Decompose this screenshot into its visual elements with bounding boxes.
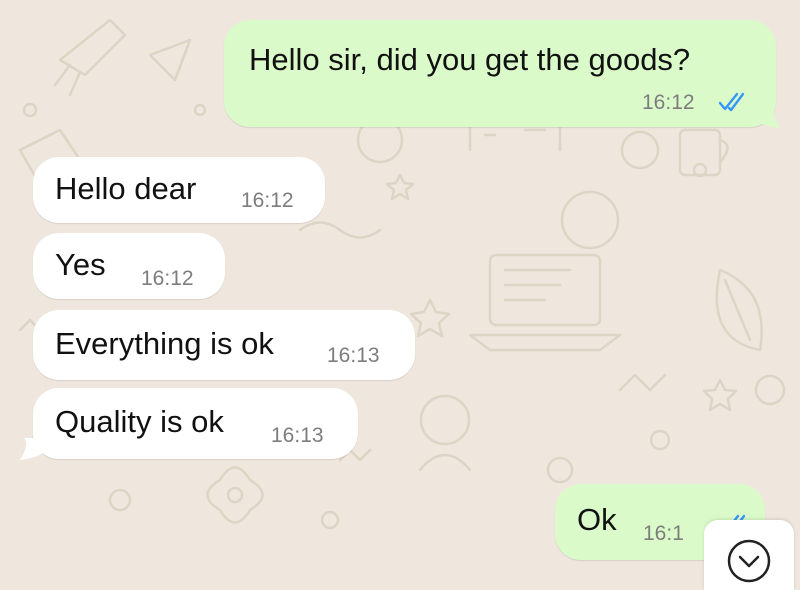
message-text: Hello sir, did you get the goods? bbox=[249, 42, 691, 77]
double-check-icon bbox=[718, 92, 745, 112]
message-time: 16:13 bbox=[271, 424, 324, 447]
message-bubble[interactable]: Everything is ok 16:13 bbox=[33, 310, 415, 380]
message-text: Quality is ok bbox=[55, 404, 224, 439]
chevron-down-icon bbox=[727, 539, 771, 583]
message-time: 16:1 bbox=[643, 522, 684, 545]
message-time: 16:12 bbox=[141, 267, 194, 290]
message-text: Hello dear bbox=[55, 171, 197, 206]
message-bubble[interactable]: Yes 16:12 bbox=[33, 233, 225, 299]
message-bubble[interactable]: Hello sir, did you get the goods? 16:12 bbox=[224, 20, 776, 127]
bubble-tail-incoming bbox=[20, 438, 48, 460]
message-text: Everything is ok bbox=[55, 326, 274, 361]
message-bubble[interactable]: Quality is ok 16:13 bbox=[33, 388, 358, 459]
message-text: Ok bbox=[577, 502, 617, 537]
message-time: 16:12 bbox=[241, 189, 294, 212]
message-bubble[interactable]: Hello dear 16:12 bbox=[33, 157, 325, 223]
message-text: Yes bbox=[55, 247, 106, 282]
scroll-to-bottom-button[interactable] bbox=[704, 520, 794, 590]
message-time: 16:12 bbox=[642, 91, 695, 114]
bubble-tail-outgoing bbox=[752, 106, 780, 128]
message-time: 16:13 bbox=[327, 344, 380, 367]
chat-view: Hello sir, did you get the goods? 16:12 … bbox=[0, 0, 800, 590]
